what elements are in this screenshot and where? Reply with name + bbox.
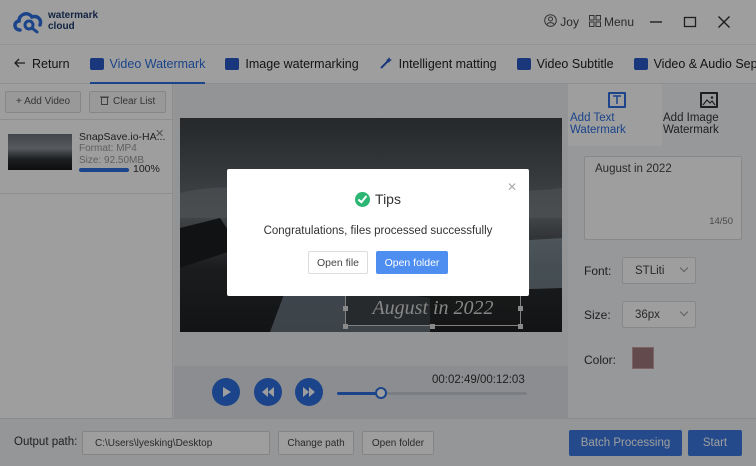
dialog-title: Tips bbox=[375, 191, 401, 207]
dialog-message: Congratulations, files processed success… bbox=[263, 225, 493, 237]
open-folder-dialog-button[interactable]: Open folder bbox=[376, 251, 448, 274]
tips-dialog: ✕ Tips Congratulations, files processed … bbox=[227, 169, 529, 296]
open-file-button[interactable]: Open file bbox=[308, 251, 368, 274]
success-check-icon bbox=[355, 191, 371, 207]
